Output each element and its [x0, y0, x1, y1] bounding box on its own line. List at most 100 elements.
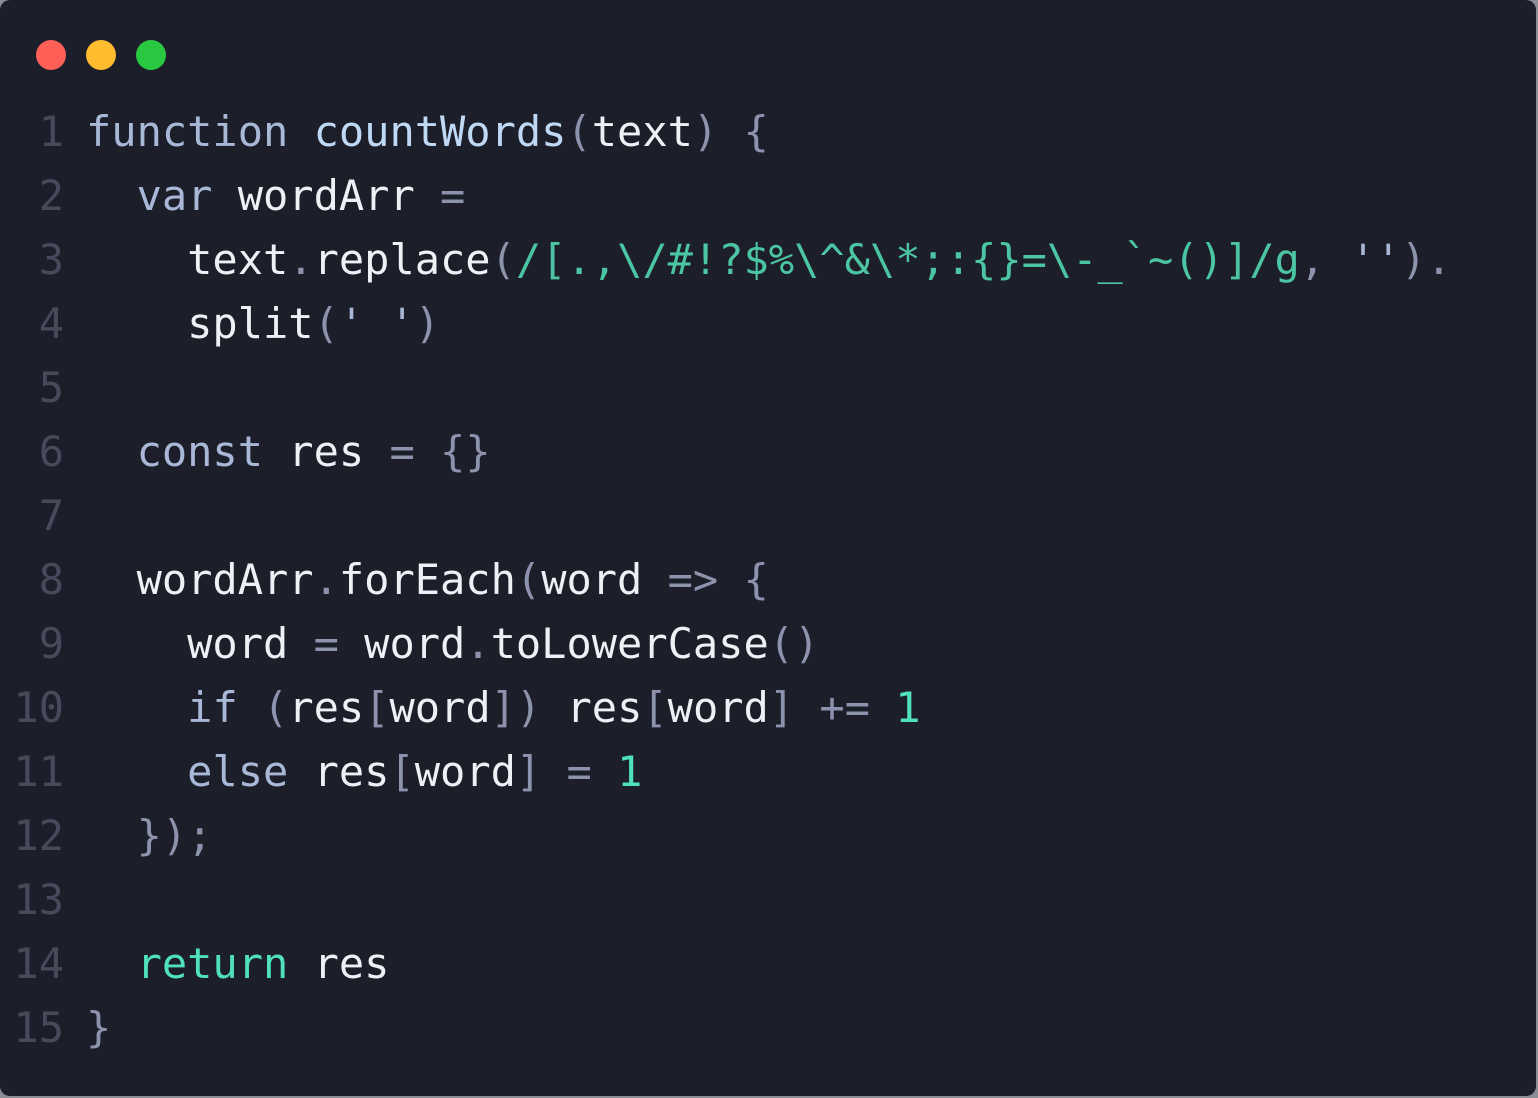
- code-editor: 1 function countWords(text) {2 var wordAr…: [0, 100, 1452, 1060]
- code-token: ]): [490, 683, 542, 732]
- code-token: }: [86, 1003, 112, 1052]
- code-token: .: [465, 619, 491, 668]
- line-content: var wordArr =: [86, 164, 466, 228]
- code-line: 12 });: [0, 804, 1452, 868]
- code-line: 15}: [0, 996, 1452, 1060]
- line-content: return res: [86, 932, 390, 996]
- code-token: 1: [895, 683, 921, 732]
- code-token: return: [136, 939, 289, 988]
- code-token: word: [414, 747, 516, 796]
- code-token: var: [136, 171, 213, 220]
- code-token: 1: [617, 747, 643, 796]
- code-line: 3 text.replace(/[.,\/#!?$%\^&\*;:{}=\-_`…: [0, 228, 1452, 292]
- code-token: =: [440, 171, 466, 220]
- code-token: split: [86, 299, 314, 348]
- line-number: 7: [38, 491, 64, 540]
- code-line: 1 function countWords(text) {: [0, 100, 1452, 164]
- maximize-button[interactable]: [136, 40, 166, 70]
- code-token: text: [86, 235, 289, 284]
- line-content: }: [86, 996, 111, 1060]
- code-token: res: [288, 747, 390, 796]
- code-token: toLowerCase: [490, 619, 769, 668]
- window-controls: [36, 40, 166, 70]
- code-token: function: [86, 107, 289, 156]
- code-token: wordArr: [86, 555, 314, 604]
- code-token: ): [414, 299, 441, 348]
- code-token: res: [263, 427, 390, 476]
- code-token: });: [136, 811, 213, 860]
- code-token: =: [313, 619, 339, 668]
- code-token: {: [743, 555, 769, 604]
- code-line: 14 return res: [0, 932, 1452, 996]
- code-token: if: [187, 683, 238, 732]
- line-content: function countWords(text) {: [86, 100, 769, 164]
- line-number: 9: [38, 619, 64, 668]
- code-token: const: [136, 427, 264, 476]
- code-token: [: [364, 683, 390, 732]
- code-line: 6 const res = {}: [0, 420, 1452, 484]
- code-token: {: [743, 107, 769, 156]
- line-number: 2: [38, 171, 64, 220]
- code-token: ]: [515, 747, 542, 796]
- code-token: =: [566, 747, 592, 796]
- code-token: {}: [440, 427, 491, 476]
- code-line: 8 wordArr.forEach(word => {: [0, 548, 1452, 612]
- code-token: /[.,\/#!?$%\^&\*;:{}=\-_`~()]/g: [515, 235, 1300, 284]
- line-number: 14: [13, 939, 64, 988]
- close-button[interactable]: [36, 40, 66, 70]
- code-token: ' ': [338, 299, 415, 348]
- line-content: });: [86, 804, 213, 868]
- code-line: 9 word = word.toLowerCase(): [0, 612, 1452, 676]
- code-token: res: [288, 683, 365, 732]
- line-content: const res = {}: [86, 420, 491, 484]
- line-number: 6: [38, 427, 64, 476]
- line-number: 11: [13, 747, 64, 796]
- code-token: .: [313, 555, 339, 604]
- line-number: 8: [38, 555, 64, 604]
- code-token: (: [566, 107, 592, 156]
- line-number: 12: [13, 811, 64, 860]
- code-token: ).: [1400, 235, 1452, 284]
- line-number: 10: [13, 683, 64, 732]
- line-number: 1: [38, 107, 64, 156]
- code-token: countWords: [313, 107, 567, 156]
- code-token: =: [389, 427, 415, 476]
- code-window: 1 function countWords(text) {2 var wordAr…: [0, 0, 1536, 1096]
- code-token: '': [1350, 235, 1401, 284]
- code-line: 11 else res[word] = 1: [0, 740, 1452, 804]
- line-content: split(' '): [86, 292, 440, 356]
- code-token: word: [541, 555, 668, 604]
- line-number: 5: [38, 363, 64, 412]
- line-number: 15: [13, 1003, 64, 1052]
- code-token: wordArr: [212, 171, 441, 220]
- code-token: [: [642, 683, 668, 732]
- line-content: word = word.toLowerCase(): [86, 612, 819, 676]
- code-token: word: [86, 619, 314, 668]
- code-token: replace: [313, 235, 491, 284]
- code-line: 7: [0, 484, 1452, 548]
- code-token: [: [389, 747, 415, 796]
- code-token: .: [288, 235, 314, 284]
- minimize-button[interactable]: [86, 40, 116, 70]
- line-content: if (res[word]) res[word] += 1: [86, 676, 921, 740]
- code-token: ): [692, 107, 719, 156]
- code-token: word: [338, 619, 466, 668]
- code-token: res: [541, 683, 643, 732]
- code-line: 10 if (res[word]) res[word] += 1: [0, 676, 1452, 740]
- code-token: (): [768, 619, 820, 668]
- code-token: word: [389, 683, 491, 732]
